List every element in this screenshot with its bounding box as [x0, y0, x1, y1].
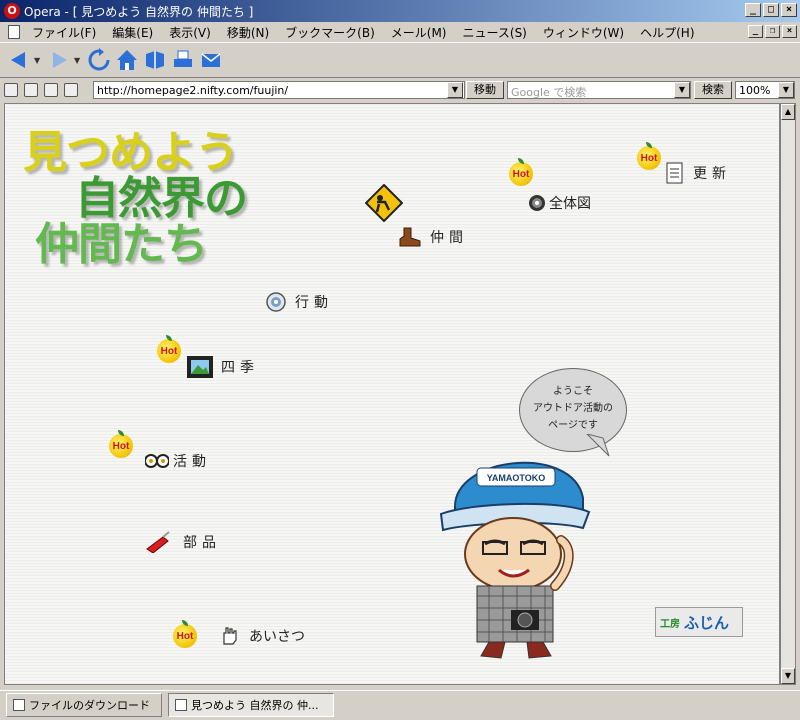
menu-window[interactable]: ウィンドウ(W): [535, 24, 632, 41]
close-button[interactable]: ×: [781, 3, 797, 17]
link-zentaizu[interactable]: 全体図: [527, 193, 591, 213]
user-icon[interactable]: [64, 83, 78, 97]
link-label: あいさつ: [249, 629, 305, 645]
mail-icon[interactable]: [198, 47, 224, 73]
link-katsudou[interactable]: 活動: [145, 451, 211, 471]
scroll-down-button[interactable]: ▼: [781, 668, 795, 684]
notepad-icon: [665, 162, 685, 184]
link-shiki[interactable]: 四季: [187, 356, 259, 378]
menu-bookmarks[interactable]: ブックマーク(B): [277, 24, 383, 41]
download-tab[interactable]: ファイルのダウンロード: [6, 693, 162, 717]
hot-badge: Hot: [157, 335, 181, 363]
search-button[interactable]: 検索: [694, 81, 732, 99]
hot-badge: Hot: [509, 158, 533, 186]
menu-news[interactable]: ニュース(S): [454, 24, 534, 41]
warning-sign-icon: [364, 183, 404, 225]
link-aisatsu[interactable]: あいさつ: [217, 624, 305, 648]
reload-icon[interactable]: [86, 47, 112, 73]
download-icon: [13, 699, 25, 711]
document-icon[interactable]: [8, 25, 20, 39]
page-tab[interactable]: 見つめよう 自然界の 仲...: [168, 693, 334, 717]
navigation-toolbar: ▼ ▼: [0, 42, 800, 78]
link-koudou[interactable]: 行動: [265, 291, 333, 313]
opera-app-icon[interactable]: O: [4, 3, 20, 19]
swiss-knife-icon: [145, 531, 171, 553]
go-button[interactable]: 移動: [466, 81, 504, 99]
menu-file[interactable]: ファイル(F): [24, 24, 104, 41]
page-info-icon[interactable]: [44, 83, 58, 97]
address-bar: http://homepage2.nifty.com/fuujin/ ▼ 移動 …: [0, 79, 800, 101]
scroll-up-button[interactable]: ▲: [781, 104, 795, 120]
link-label: 部品: [183, 535, 221, 551]
binoculars-icon: [145, 453, 169, 469]
url-history-dropdown[interactable]: ▼: [447, 82, 463, 98]
security-icon[interactable]: [4, 83, 18, 97]
film-strip-icon: [187, 356, 213, 378]
link-nakama[interactable]: 仲間: [398, 226, 468, 248]
link-label: 行動: [295, 295, 333, 311]
hot-badge: Hot: [109, 430, 133, 458]
mdi-minimize-button[interactable]: _: [748, 25, 763, 38]
menu-help[interactable]: ヘルプ(H): [632, 24, 702, 41]
link-label: 四季: [221, 360, 259, 376]
link-koushin[interactable]: 更新: [665, 162, 731, 184]
home-icon[interactable]: [114, 47, 140, 73]
window-title-bar[interactable]: O Opera - [ 見つめよう 自然界の 仲間たち ] _ □ ×: [0, 0, 800, 22]
print-icon[interactable]: [170, 47, 196, 73]
logo-small-text: 工房: [660, 618, 680, 630]
fujin-workshop-logo[interactable]: 工房 ふじん: [655, 607, 743, 637]
forward-icon[interactable]: [46, 47, 72, 73]
site-title-line3: 仲間たち: [35, 219, 208, 270]
forward-history-dropdown[interactable]: ▼: [74, 56, 82, 65]
globe-icon: [527, 193, 547, 213]
vertical-scrollbar[interactable]: ▲ ▼: [780, 103, 796, 685]
link-label: 活動: [173, 454, 211, 470]
hot-badge: Hot: [173, 620, 197, 648]
cookie-icon[interactable]: [24, 83, 38, 97]
menu-bar: ファイル(F) 編集(E) 表示(V) 移動(N) ブックマーク(B) メール(…: [0, 22, 800, 42]
link-label: 仲間: [430, 230, 468, 246]
hot-badge: Hot: [637, 142, 661, 170]
link-buhin[interactable]: 部品: [145, 531, 221, 553]
zoom-dropdown[interactable]: ▼: [778, 82, 794, 98]
mdi-restore-button[interactable]: ❐: [765, 25, 780, 38]
minimize-button[interactable]: _: [745, 3, 761, 17]
search-engine-dropdown[interactable]: ▼: [674, 82, 690, 98]
menu-mail[interactable]: メール(M): [383, 24, 455, 41]
hiking-boot-icon: [398, 226, 422, 248]
back-history-dropdown[interactable]: ▼: [34, 56, 42, 65]
link-label: 更新: [693, 166, 731, 182]
mdi-close-button[interactable]: ×: [782, 25, 797, 38]
link-label: 全体図: [549, 196, 591, 212]
logo-main-text: ふじん: [684, 613, 730, 632]
page-viewport: 見つめよう 自然界の 仲間たち Hot Hot Hot Hot Hot 更新 全…: [4, 103, 780, 685]
window-title: Opera - [ 見つめよう 自然界の 仲間たち ]: [24, 4, 254, 19]
menu-view[interactable]: 表示(V): [161, 24, 219, 41]
status-bar: ファイルのダウンロード 見つめよう 自然界の 仲...: [0, 690, 800, 720]
svg-text:YAMAOTOKO: YAMAOTOKO: [487, 473, 546, 483]
hotlist-icon[interactable]: [142, 47, 168, 73]
menu-edit[interactable]: 編集(E): [104, 24, 161, 41]
back-icon[interactable]: [6, 47, 32, 73]
compass-icon: [265, 291, 287, 313]
menu-navigation[interactable]: 移動(N): [219, 24, 277, 41]
mascot-hiker-illustration: YAMAOTOKO: [439, 461, 591, 659]
maximize-button[interactable]: □: [763, 3, 779, 17]
hand-pointer-icon: [217, 624, 241, 648]
search-input[interactable]: Google で検索: [507, 81, 691, 99]
page-icon: [175, 699, 187, 711]
url-input[interactable]: http://homepage2.nifty.com/fuujin/: [93, 81, 465, 99]
